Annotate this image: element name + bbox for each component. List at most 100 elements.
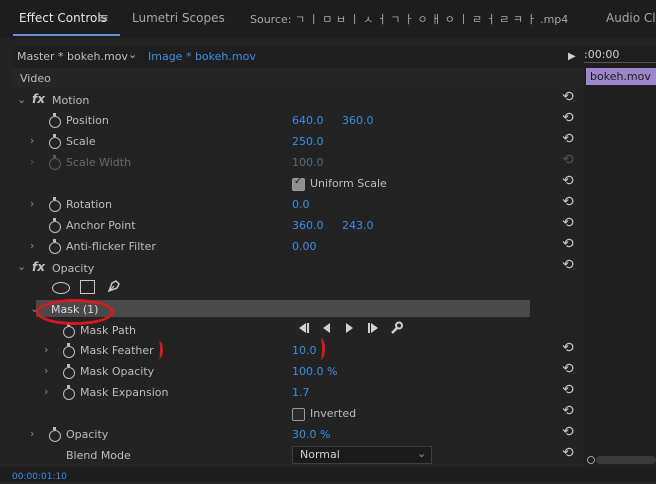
stopwatch-icon[interactable] xyxy=(49,197,61,212)
anchor-point-label: Anchor Point xyxy=(66,219,136,232)
ellipse-mask-icon[interactable] xyxy=(52,282,70,294)
inverted-checkbox[interactable] xyxy=(292,408,305,421)
stopwatch-icon[interactable] xyxy=(63,343,75,358)
active-tab-underline xyxy=(13,34,120,36)
stopwatch-icon[interactable] xyxy=(49,134,61,149)
pen-mask-icon[interactable] xyxy=(106,278,122,294)
annotation-mark xyxy=(316,338,325,360)
mask-path-tracking-controls xyxy=(299,321,403,334)
tab-effect-controls[interactable]: Effect Controls xyxy=(19,11,107,25)
opacity-title: Opacity xyxy=(52,262,95,275)
video-section-header: Video xyxy=(12,68,584,89)
reset-icon[interactable]: ⟲ xyxy=(562,404,574,418)
track-back-frame-icon[interactable] xyxy=(323,323,330,333)
section-title: Video xyxy=(20,72,51,85)
stopwatch-icon[interactable] xyxy=(49,218,61,233)
expand-icon[interactable]: › xyxy=(44,343,48,357)
position-label: Position xyxy=(66,114,109,127)
reset-icon[interactable]: ⟲ xyxy=(562,237,574,251)
reset-icon[interactable]: ⟲ xyxy=(562,111,574,125)
tab-audio-clip[interactable]: Audio Clip xyxy=(606,11,656,25)
reset-icon[interactable]: ⟲ xyxy=(562,174,574,188)
rotation-label: Rotation xyxy=(66,198,113,211)
panel-tab-bar: Effect Controls ≡ Lumetri Scopes Source:… xyxy=(0,0,656,38)
mask-feather-label: Mask Feather xyxy=(80,344,154,357)
reset-icon[interactable]: ⟲ xyxy=(562,216,574,230)
reset-icon[interactable]: ⟲ xyxy=(562,341,574,355)
expand-icon[interactable]: › xyxy=(30,427,34,441)
stopwatch-icon[interactable] xyxy=(63,385,75,400)
position-x-value[interactable]: 640.0 xyxy=(292,114,324,128)
stopwatch-icon xyxy=(49,155,61,170)
mini-timeline xyxy=(584,46,656,481)
current-timecode[interactable]: 00:00:01:10 xyxy=(12,470,67,484)
reset-icon[interactable]: ⟲ xyxy=(562,258,574,272)
scale-width-label: Scale Width xyxy=(66,156,132,169)
wrench-icon[interactable] xyxy=(391,321,403,334)
mask-expansion-value[interactable]: 1.7 xyxy=(292,386,310,400)
reset-icon[interactable]: ⟲ xyxy=(562,195,574,209)
mask-path-label: Mask Path xyxy=(80,324,136,337)
track-backward-icon[interactable] xyxy=(299,323,309,333)
rectangle-mask-icon[interactable] xyxy=(80,280,95,294)
stopwatch-icon[interactable] xyxy=(49,427,61,442)
mask-expansion-label: Mask Expansion xyxy=(80,386,169,399)
motion-title: Motion xyxy=(52,94,90,107)
blend-mode-select[interactable]: Normal ⌄ xyxy=(292,446,432,464)
mask-opacity-value[interactable]: 100.0 % xyxy=(292,365,337,379)
reset-icon[interactable]: ⟲ xyxy=(562,383,574,397)
play-only-clip-icon[interactable]: ▶ xyxy=(568,50,576,64)
status-bar xyxy=(0,467,656,481)
uniform-scale-checkbox[interactable] xyxy=(292,176,305,191)
stopwatch-icon[interactable] xyxy=(63,323,75,338)
antiflicker-value[interactable]: 0.00 xyxy=(292,240,317,254)
position-y-value[interactable]: 360.0 xyxy=(342,114,374,128)
ruler-line xyxy=(584,62,656,63)
opacity-collapse-icon[interactable]: ⌄ xyxy=(17,260,26,274)
track-forward-icon[interactable] xyxy=(368,323,378,333)
panel-menu-icon[interactable]: ≡ xyxy=(98,11,109,26)
reset-icon[interactable]: ⟲ xyxy=(562,132,574,146)
stopwatch-icon[interactable] xyxy=(63,364,75,379)
zoom-handle-icon[interactable] xyxy=(587,456,595,464)
annotation-circle xyxy=(36,299,114,325)
expand-icon[interactable]: › xyxy=(30,197,34,211)
reset-icon[interactable]: ⟲ xyxy=(562,425,574,439)
expand-icon[interactable]: › xyxy=(44,364,48,378)
rotation-value[interactable]: 0.0 xyxy=(292,198,310,212)
antiflicker-label: Anti-flicker Filter xyxy=(66,240,156,253)
expand-icon[interactable]: › xyxy=(44,385,48,399)
reset-icon[interactable]: ⟲ xyxy=(562,362,574,376)
master-clip-label[interactable]: Master * bokeh.mov xyxy=(17,50,128,64)
tab-source[interactable]: Source: ㄱ ㅣ ㅁ ㅂ ㅣ ㅅ ㅓ ㄱ ㅏ ㅇ ㅐ ㅇ ㅣ ㄹ ㅓ ㄹ … xyxy=(250,11,568,27)
track-forward-frame-icon[interactable] xyxy=(346,323,353,333)
clip-chevron-down-icon[interactable]: ⌄ xyxy=(128,48,137,62)
timeline-ruler-time: :00:00 xyxy=(584,48,620,61)
timeline-zoom-scrollbar[interactable] xyxy=(596,456,656,464)
timeline-clip-label: bokeh.mov xyxy=(590,70,651,83)
fx-icon[interactable]: fx xyxy=(32,260,45,274)
anchor-x-value[interactable]: 360.0 xyxy=(292,219,324,233)
stopwatch-icon[interactable] xyxy=(49,239,61,254)
sequence-clip-label[interactable]: Image * bokeh.mov xyxy=(148,50,256,64)
opacity-value[interactable]: 30.0 % xyxy=(292,428,330,442)
blend-mode-label: Blend Mode xyxy=(66,449,131,462)
expand-icon[interactable]: › xyxy=(30,239,34,253)
reset-icon[interactable]: ⟲ xyxy=(562,90,574,104)
mask-opacity-label: Mask Opacity xyxy=(80,365,155,378)
anchor-y-value[interactable]: 243.0 xyxy=(342,219,374,233)
reset-icon[interactable]: ⟲ xyxy=(562,446,574,460)
motion-collapse-icon[interactable]: ⌄ xyxy=(17,93,26,107)
fx-icon[interactable]: fx xyxy=(32,92,45,106)
inverted-label: Inverted xyxy=(310,407,357,420)
scale-value[interactable]: 250.0 xyxy=(292,135,324,149)
tab-lumetri-scopes[interactable]: Lumetri Scopes xyxy=(132,11,225,25)
scale-label: Scale xyxy=(66,135,96,148)
mask-feather-value[interactable]: 10.0 xyxy=(292,344,317,358)
uniform-scale-label: Uniform Scale xyxy=(310,177,387,190)
expand-icon: › xyxy=(30,155,35,168)
annotation-mark xyxy=(155,341,163,359)
expand-icon[interactable]: › xyxy=(30,134,34,148)
stopwatch-icon[interactable] xyxy=(49,113,61,128)
timeline-clip[interactable]: bokeh.mov xyxy=(586,68,656,85)
